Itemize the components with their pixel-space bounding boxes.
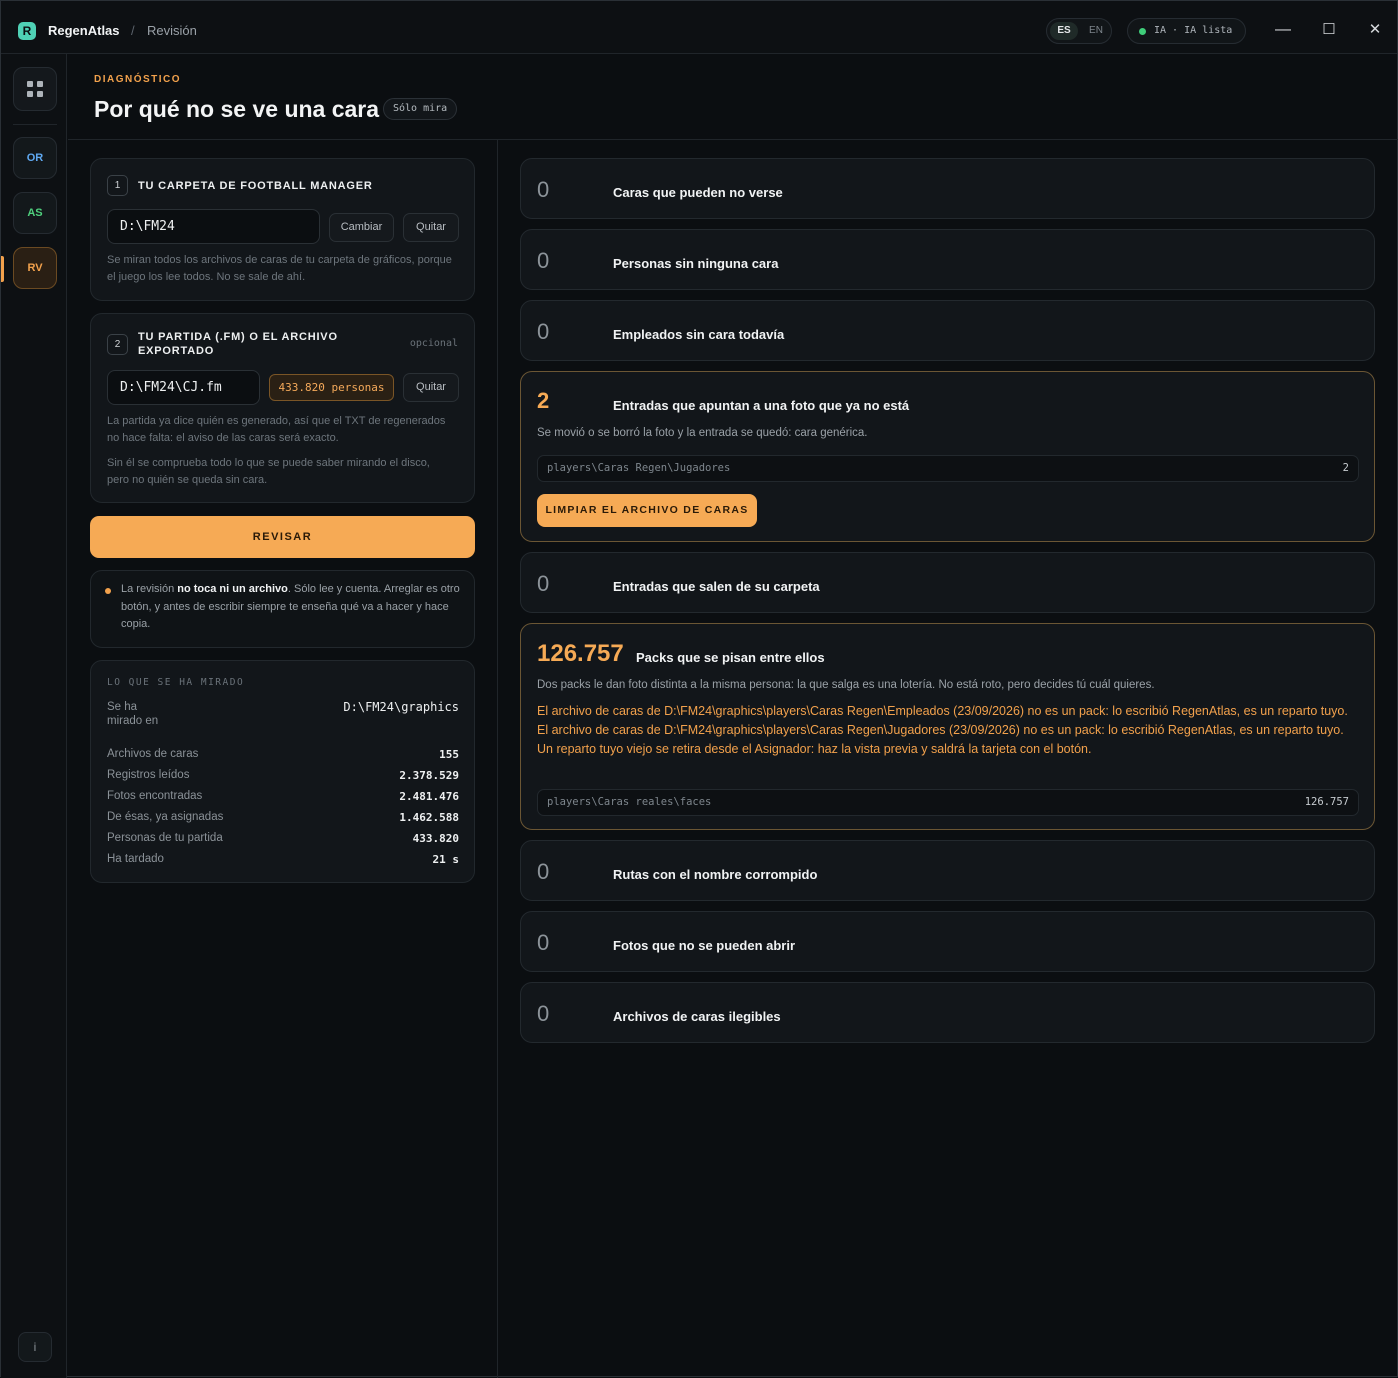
lang-es-button[interactable]: ES xyxy=(1050,22,1078,40)
app-window: R RegenAtlas / Revisión ES EN IA · IA li… xyxy=(0,0,1398,1378)
maximize-button[interactable]: ☐ xyxy=(1319,20,1339,40)
remove-folder-button[interactable]: Quitar xyxy=(403,213,459,242)
check-card[interactable]: 0 Personas sin ninguna cara xyxy=(520,229,1375,290)
check-card[interactable]: 0 Fotos que no se pueden abrir xyxy=(520,911,1375,972)
stats-heading: LO QUE SE HA MIRADO xyxy=(107,677,245,688)
check-title: Fotos que no se pueden abrir xyxy=(613,938,796,953)
check-title: Archivos de caras ilegibles xyxy=(613,1009,781,1024)
sidebar-active-indicator xyxy=(1,256,4,282)
check-card-missing-photos: 2 Entradas que apuntan a una foto que ya… xyxy=(520,371,1375,542)
minimize-button[interactable]: — xyxy=(1273,20,1293,40)
check-description: Dos packs le dan foto distinta a la mism… xyxy=(537,679,1155,691)
check-title: Entradas que apuntan a una foto que ya n… xyxy=(613,398,910,413)
app-name: RegenAtlas xyxy=(48,23,120,38)
check-detail: El archivo de caras de D:\FM24\graphics\… xyxy=(537,704,1348,756)
folder-card: 1 TU CARPETA DE FOOTBALL MANAGER D:\FM24… xyxy=(90,158,475,301)
check-card-conflicting-packs: 126.757 Packs que se pisan entre ellos D… xyxy=(520,623,1375,830)
affected-path-row[interactable]: players\Caras Regen\Jugadores 2 xyxy=(537,455,1359,482)
save-path-field[interactable]: D:\FM24\CJ.fm xyxy=(107,370,260,405)
info-button[interactable]: i xyxy=(18,1332,52,1362)
read-only-note: La revisión no toca ni un archivo. Sólo … xyxy=(90,570,475,648)
check-card[interactable]: 0 Archivos de caras ilegibles xyxy=(520,982,1375,1043)
check-card[interactable]: 0 Rutas con el nombre corrompido xyxy=(520,840,1375,901)
read-only-badge: Sólo mira xyxy=(383,98,458,120)
sidebar-item-rv[interactable]: RV xyxy=(13,247,57,289)
sidebar: OR AS RV i xyxy=(1,54,67,1378)
check-title: Rutas con el nombre corrompido xyxy=(613,867,818,882)
stats-row: Registros leídos 2.378.529 xyxy=(107,769,459,782)
close-button[interactable]: ✕ xyxy=(1365,20,1385,40)
stats-row: Personas de tu partida 433.820 xyxy=(107,832,459,845)
check-title: Packs que se pisan entre ellos xyxy=(636,650,825,665)
sidebar-item-or[interactable]: OR xyxy=(13,137,57,179)
page-header: DIAGNÓSTICO Por qué no se ve una cara Só… xyxy=(68,54,1398,140)
check-description: Se movió o se borró la foto y la entrada… xyxy=(537,427,868,439)
folder-card-heading: TU CARPETA DE FOOTBALL MANAGER xyxy=(138,180,373,192)
lang-en-button[interactable]: EN xyxy=(1084,22,1108,40)
sidebar-item-as[interactable]: AS xyxy=(13,192,57,234)
check-count: 2 xyxy=(537,388,550,413)
clean-faces-button[interactable]: LIMPIAR EL ARCHIVO DE CARAS xyxy=(537,494,757,527)
ia-status-text: IA · IA lista xyxy=(1154,25,1233,36)
check-count: 126.757 xyxy=(537,640,624,667)
stats-row: Se ha mirado en D:\FM24\graphics xyxy=(107,700,459,727)
check-card[interactable]: 0 Caras que pueden no verse xyxy=(520,158,1375,219)
step-number: 2 xyxy=(107,334,128,355)
sidebar-divider xyxy=(13,124,57,125)
ia-status-badge[interactable]: IA · IA lista xyxy=(1127,18,1246,44)
stats-row: De ésas, ya asignadas 1.462.588 xyxy=(107,811,459,824)
people-count-badge: 433.820 personas xyxy=(269,374,394,401)
results-panel: 0 Caras que pueden no verse 0 Personas s… xyxy=(498,140,1398,1378)
note-dot-icon xyxy=(105,588,111,594)
app-logo-icon: R xyxy=(18,22,36,40)
grid-icon xyxy=(27,81,33,87)
check-count: 0 xyxy=(537,319,550,344)
check-title: Entradas que salen de su carpeta xyxy=(613,579,820,594)
page-title: Por qué no se ve una cara xyxy=(94,96,380,122)
review-button[interactable]: REVISAR xyxy=(90,516,475,558)
title-bar: R RegenAtlas / Revisión ES EN IA · IA li… xyxy=(1,1,1397,54)
check-count: 0 xyxy=(537,571,550,596)
apps-grid-button[interactable] xyxy=(13,67,57,111)
check-count: 0 xyxy=(537,1001,550,1026)
save-help-text: La partida ya dice quién es generado, as… xyxy=(107,415,446,444)
stats-row: Ha tardado 21 s xyxy=(107,853,459,866)
folder-path-field[interactable]: D:\FM24 xyxy=(107,209,320,244)
check-count: 0 xyxy=(537,859,550,884)
check-count: 0 xyxy=(537,177,550,202)
step-number: 1 xyxy=(107,175,128,196)
language-toggle: ES EN xyxy=(1046,18,1112,44)
folder-help-text: Se miran todos los archivos de caras de … xyxy=(107,254,452,283)
check-title: Caras que pueden no verse xyxy=(613,185,783,200)
scan-stats-card: LO QUE SE HA MIRADO Se ha mirado en D:\F… xyxy=(90,660,475,883)
stats-row: Archivos de caras 155 xyxy=(107,748,459,761)
save-card-heading: TU PARTIDA (.FM) O EL ARCHIVO EXPORTADO xyxy=(138,331,338,357)
check-card[interactable]: 0 Empleados sin cara todavía xyxy=(520,300,1375,361)
check-count: 0 xyxy=(537,930,550,955)
page-eyebrow: DIAGNÓSTICO xyxy=(94,74,182,85)
save-card: 2 TU PARTIDA (.FM) O EL ARCHIVO EXPORTAD… xyxy=(90,313,475,503)
save-help-text-2: Sin él se comprueba todo lo que se puede… xyxy=(107,457,430,486)
affected-path-row[interactable]: players\Caras reales\faces 126.757 xyxy=(537,789,1359,816)
check-card[interactable]: 0 Entradas que salen de su carpeta xyxy=(520,552,1375,613)
check-count: 0 xyxy=(537,248,550,273)
change-folder-button[interactable]: Cambiar xyxy=(329,213,394,242)
breadcrumb-current: Revisión xyxy=(147,23,197,38)
remove-save-button[interactable]: Quitar xyxy=(403,373,459,402)
status-dot-icon xyxy=(1139,28,1146,35)
breadcrumb-separator: / xyxy=(131,23,135,38)
check-title: Empleados sin cara todavía xyxy=(613,327,785,342)
left-panel: 1 TU CARPETA DE FOOTBALL MANAGER D:\FM24… xyxy=(68,140,498,1378)
optional-label: opcional xyxy=(409,338,458,349)
check-title: Personas sin ninguna cara xyxy=(613,256,779,271)
stats-row: Fotos encontradas 2.481.476 xyxy=(107,790,459,803)
